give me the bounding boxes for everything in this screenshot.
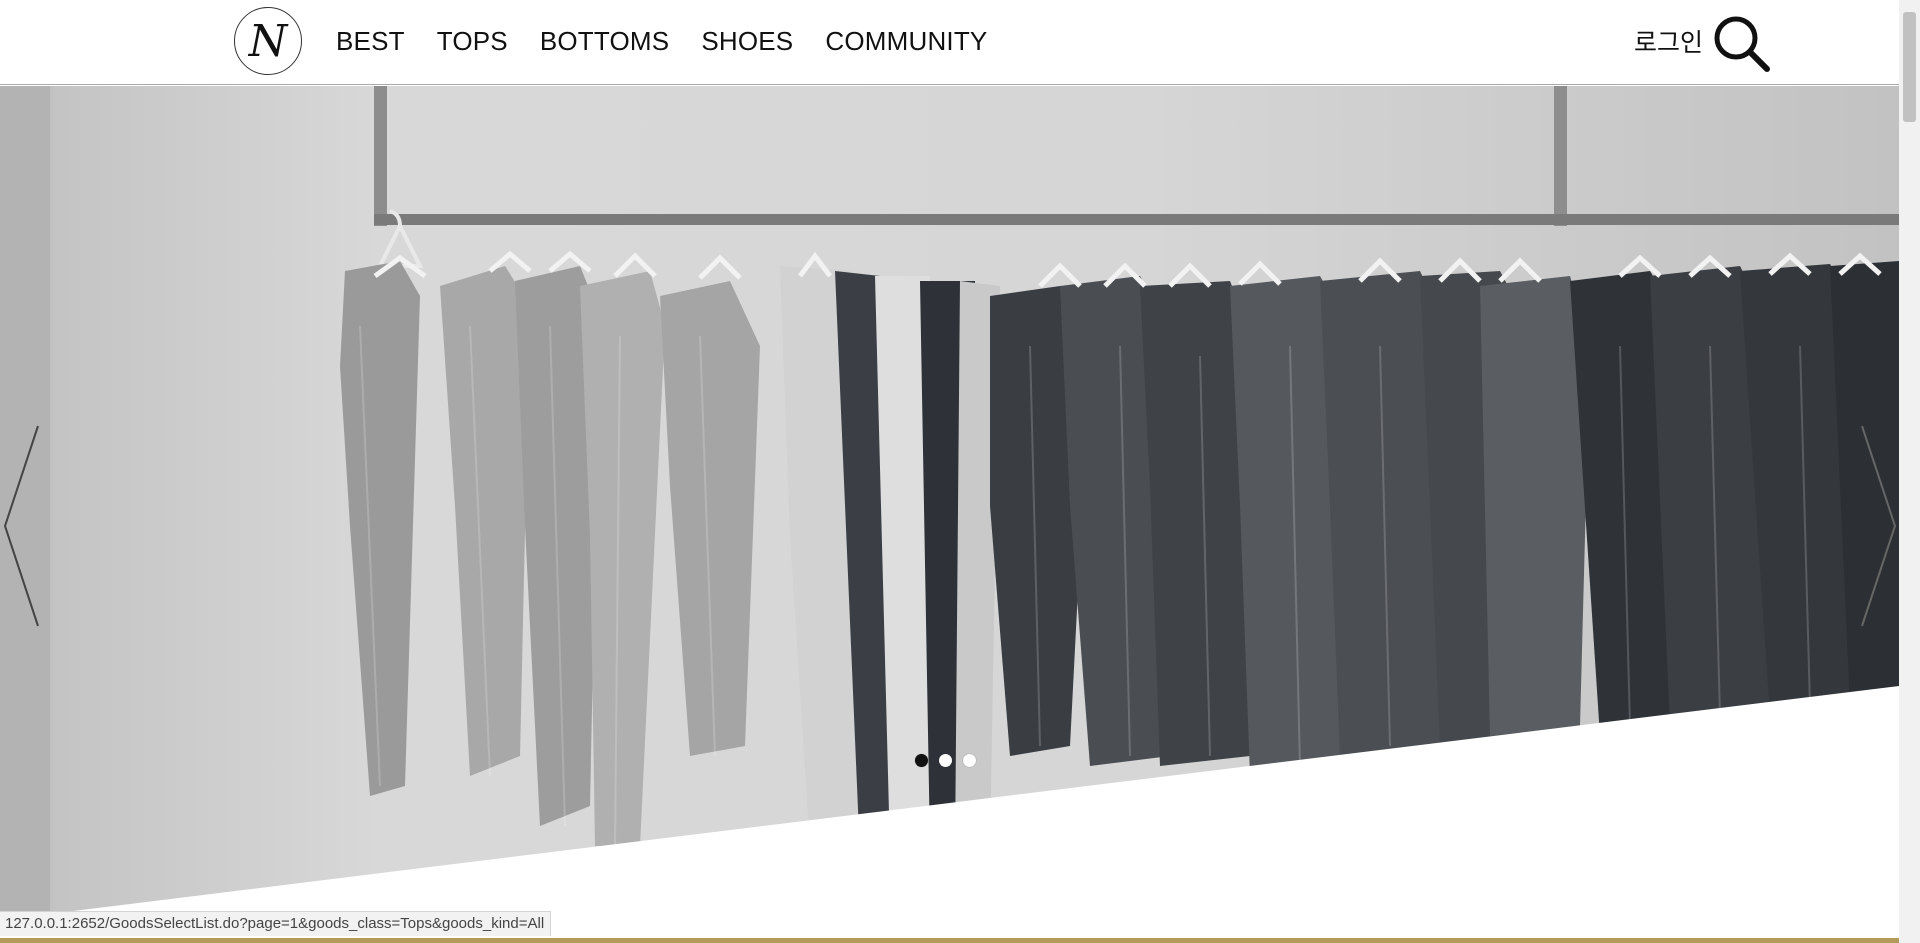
hero-carousel	[0, 86, 1899, 920]
nav-tops[interactable]: TOPS	[437, 22, 508, 60]
carousel-dot-1[interactable]	[915, 754, 928, 767]
search-icon[interactable]	[1712, 14, 1772, 74]
nav-best[interactable]: BEST	[336, 22, 405, 60]
status-bar-url: 127.0.0.1:2652/GoodsSelectList.do?page=1…	[0, 911, 552, 936]
carousel-dot-3[interactable]	[963, 754, 976, 767]
login-link[interactable]: 로그인	[1634, 24, 1703, 62]
scrollbar-thumb[interactable]	[1903, 12, 1916, 122]
carousel-indicators	[915, 754, 976, 767]
chevron-left-icon[interactable]	[0, 416, 60, 636]
site-logo[interactable]: N	[234, 7, 302, 75]
bottom-accent-line	[0, 938, 1899, 943]
hero-white-wedge	[0, 686, 1899, 920]
site-header: N BEST TOPS BOTTOMS SHOES COMMUNITY 로그인	[0, 0, 1899, 85]
page-scrollbar[interactable]	[1899, 0, 1920, 943]
main-nav: BEST TOPS BOTTOMS SHOES COMMUNITY	[336, 22, 1019, 60]
chevron-right-icon[interactable]	[1840, 416, 1899, 636]
nav-bottoms[interactable]: BOTTOMS	[540, 22, 669, 60]
nav-shoes[interactable]: SHOES	[701, 22, 793, 60]
nav-community[interactable]: COMMUNITY	[825, 22, 987, 60]
carousel-dot-2[interactable]	[939, 754, 952, 767]
